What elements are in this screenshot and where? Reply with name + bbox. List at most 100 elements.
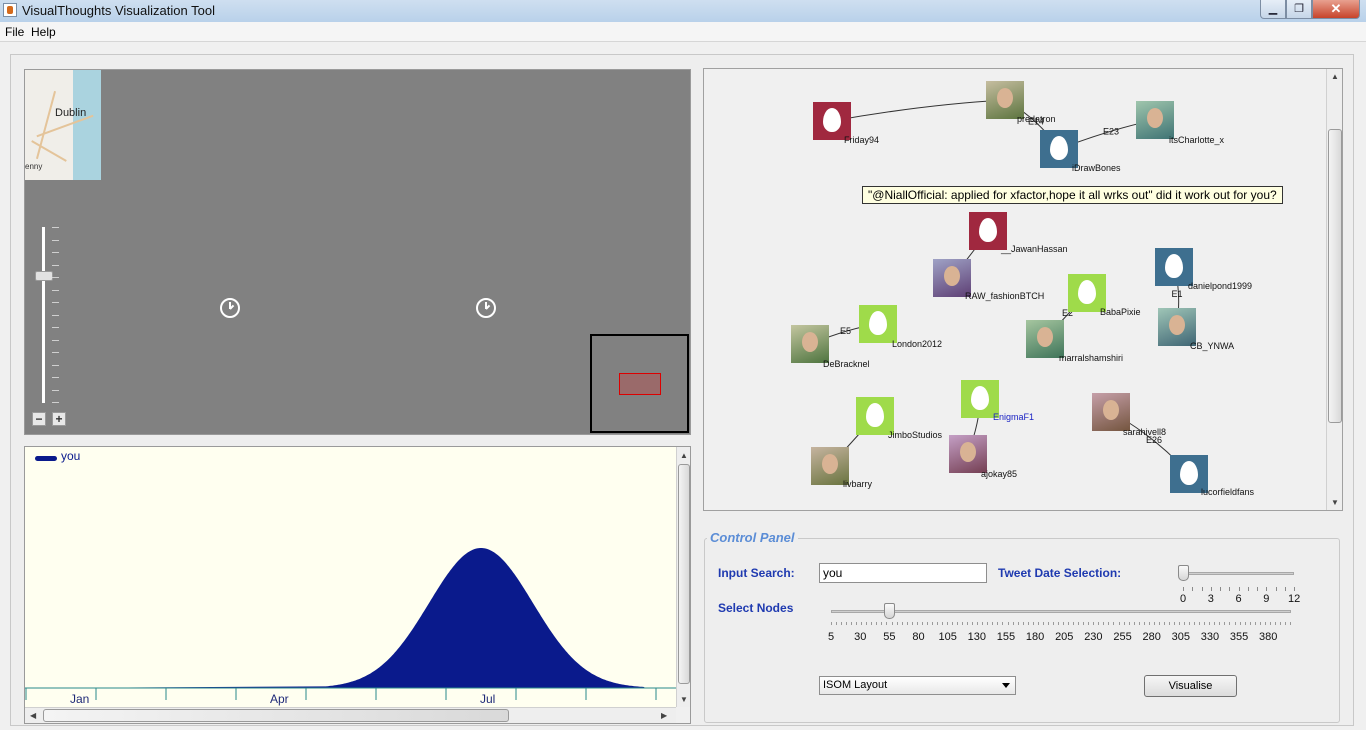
overview-viewport[interactable] — [619, 373, 661, 395]
select-nodes-minor-tick — [866, 622, 868, 625]
select-nodes-tick-label: 55 — [883, 631, 896, 643]
node-label: CB_YNWA — [1190, 341, 1235, 351]
zoom-tick — [52, 239, 59, 241]
node-photo-avatar[interactable] — [1136, 101, 1174, 139]
node-photo-avatar[interactable] — [791, 325, 829, 363]
node-label: EnigmaF1 — [993, 412, 1035, 422]
egg-icon — [1180, 461, 1198, 485]
zoom-tick — [52, 389, 59, 391]
tweet-date-minor-tick — [1220, 587, 1221, 591]
node-label: BabaPixie — [1100, 307, 1141, 317]
node-photo-avatar[interactable] — [1092, 393, 1130, 431]
scroll-down-arrow[interactable]: ▼ — [1331, 498, 1339, 507]
select-nodes-minor-tick — [1290, 622, 1291, 625]
visualise-button[interactable]: Visualise — [1144, 675, 1237, 697]
node-label: RAW_fashionBTCH — [965, 291, 1045, 301]
minimize-button[interactable]: ▁ — [1260, 0, 1286, 19]
avatar-face — [1147, 108, 1163, 128]
scroll-thumb[interactable] — [1328, 129, 1342, 423]
scroll-up-arrow[interactable]: ▲ — [680, 451, 688, 460]
map-town-label: enny — [25, 162, 43, 171]
scroll-right-arrow[interactable]: ▶ — [661, 711, 667, 720]
select-nodes-minor-tick — [886, 622, 888, 625]
select-nodes-minor-tick — [1073, 622, 1075, 625]
zoom-slider-thumb[interactable] — [35, 271, 53, 281]
node-label: lucorfieldfans — [1201, 487, 1255, 497]
select-nodes-tick-label: 180 — [1025, 631, 1045, 643]
egg-icon — [869, 311, 887, 335]
month-label: Jan — [70, 692, 89, 706]
node-label: __JawanHassan — [1001, 244, 1068, 254]
tweet-tooltip: "@NiallOfficial: applied for xfactor,hop… — [862, 186, 1283, 204]
clock-icon[interactable] — [476, 298, 496, 318]
zoom-tick — [52, 289, 59, 291]
select-nodes-minor-tick — [1254, 622, 1256, 625]
menu-file[interactable]: File — [5, 25, 24, 39]
select-nodes-minor-tick — [967, 622, 969, 625]
clock-icon[interactable] — [220, 298, 240, 318]
zoom-tick — [52, 402, 59, 403]
select-nodes-minor-tick — [1199, 622, 1201, 625]
select-nodes-minor-tick — [1259, 622, 1261, 625]
node-label: DeBracknel — [823, 359, 870, 369]
tweet-date-minor-tick — [1266, 587, 1268, 591]
select-nodes-tick-label: 155 — [996, 631, 1016, 643]
select-nodes-minor-tick — [977, 622, 979, 625]
select-nodes-minor-tick — [1173, 622, 1175, 625]
close-button[interactable]: ✕ — [1312, 0, 1360, 19]
avatar-face — [960, 442, 976, 462]
select-nodes-minor-tick — [982, 622, 984, 625]
select-nodes-slider-thumb[interactable] — [884, 603, 896, 619]
zoom-tick — [52, 314, 59, 316]
node-photo-avatar[interactable] — [949, 435, 987, 473]
layout-select[interactable]: ISOM Layout — [819, 676, 1016, 695]
select-nodes-slider-track[interactable] — [831, 610, 1291, 613]
select-nodes-tick-label: 280 — [1142, 631, 1161, 643]
map-overview[interactable] — [590, 334, 689, 433]
node-label: marralshamshiri — [1059, 353, 1124, 363]
zoom-tick — [52, 264, 59, 266]
map-panel[interactable]: Dublin enny − + — [24, 69, 691, 435]
select-nodes-minor-tick — [1168, 622, 1170, 625]
tweet-date-minor-tick — [1247, 587, 1249, 591]
search-input[interactable] — [819, 563, 987, 583]
select-nodes-minor-tick — [1189, 622, 1191, 625]
egg-icon — [971, 386, 989, 410]
select-nodes-tick-label: 130 — [967, 631, 987, 643]
select-nodes-minor-tick — [1057, 622, 1059, 625]
select-nodes-tick-label: 30 — [854, 631, 867, 643]
select-nodes-minor-tick — [992, 622, 994, 625]
select-nodes-minor-tick — [1209, 622, 1211, 625]
select-nodes-minor-tick — [1027, 622, 1029, 625]
timeline-vertical-scrollbar[interactable]: ▲ ▼ — [676, 447, 690, 707]
scroll-down-arrow[interactable]: ▼ — [680, 695, 688, 704]
select-nodes-minor-tick — [841, 622, 843, 625]
select-nodes-minor-tick — [1078, 622, 1080, 625]
maximize-button[interactable]: ❐ — [1286, 0, 1312, 19]
graph-edge — [831, 99, 1006, 122]
select-nodes-minor-tick — [1214, 622, 1216, 625]
egg-icon — [823, 108, 841, 132]
timeline-chart: Jan Apr Jul — [25, 548, 676, 706]
network-graph-panel[interactable]: E14 E23 E1 E2 E5 E26 ▲ ▼ Friday94 predatron iDr… — [703, 68, 1343, 511]
menu-help[interactable]: Help — [31, 25, 56, 39]
tweet-date-tick-label: 12 — [1288, 593, 1301, 605]
tweet-date-slider-track[interactable] — [1180, 572, 1294, 575]
scroll-left-arrow[interactable]: ◀ — [30, 711, 36, 720]
scroll-thumb[interactable] — [678, 464, 690, 684]
select-nodes-minor-tick — [916, 622, 918, 625]
select-nodes-minor-tick — [1234, 622, 1236, 625]
zoom-in-button[interactable]: + — [52, 412, 66, 426]
timeline-horizontal-scrollbar[interactable]: ◀ ▶ — [25, 707, 676, 723]
select-nodes-minor-tick — [1219, 622, 1221, 625]
node-label: itsCharlotte_x — [1169, 135, 1225, 145]
scroll-thumb[interactable] — [43, 709, 509, 722]
zoom-out-button[interactable]: − — [32, 412, 46, 426]
graph-vertical-scrollbar[interactable]: ▲ ▼ — [1326, 69, 1342, 510]
zoom-slider-track[interactable] — [42, 227, 45, 403]
node-egg-avatar[interactable] — [859, 305, 897, 343]
zoom-tick — [52, 252, 59, 253]
select-nodes-minor-tick — [1274, 622, 1276, 625]
scroll-up-arrow[interactable]: ▲ — [1331, 72, 1339, 81]
tweet-date-slider-thumb[interactable] — [1178, 565, 1189, 581]
